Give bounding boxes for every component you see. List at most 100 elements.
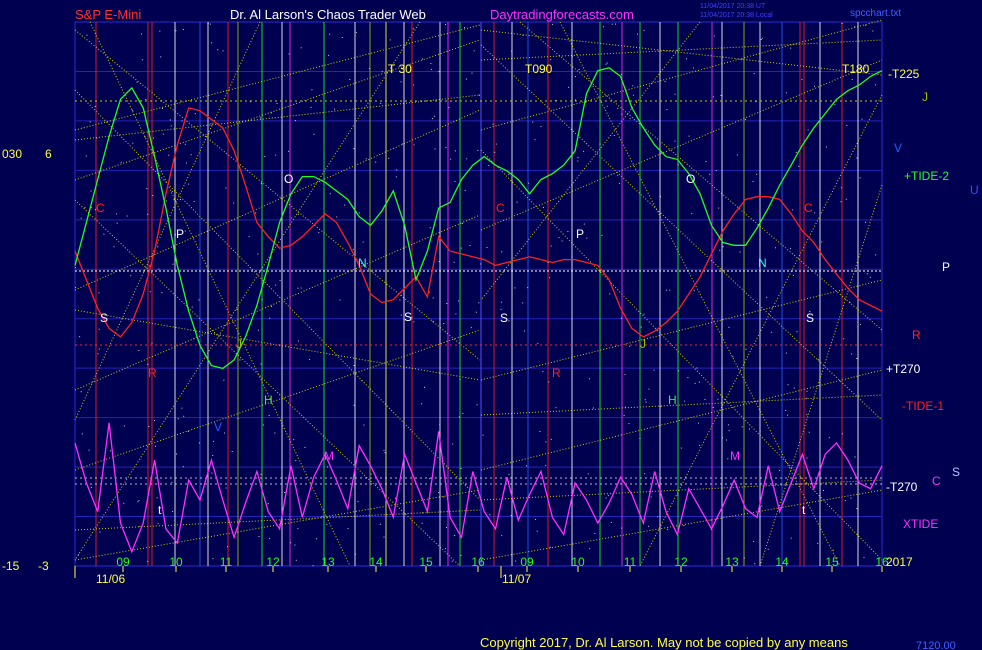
star-dot [807,129,809,131]
star-dot [211,42,213,44]
star-dot [147,560,149,562]
star-dot [358,212,360,214]
x-tick-label: 11 [220,555,233,569]
star-dot [603,26,605,28]
star-dot [264,156,266,157]
star-dot [719,249,721,251]
star-dot [561,240,563,242]
x-tick-label: 13 [321,555,335,569]
star-dot [300,287,302,289]
right-label-c: C [932,474,941,488]
star-dot [147,363,149,365]
star-dot [183,415,185,417]
star-dot [717,398,719,400]
star-dot [571,56,573,58]
star-dot [260,183,262,185]
star-dot [462,412,464,414]
star-dot [859,177,861,179]
star-dot [704,399,706,400]
star-dot [684,400,686,402]
star-dot [311,89,313,91]
star-dot [469,245,471,246]
star-dot [448,107,450,109]
x-tick-label: 13 [725,555,739,569]
left-label-m3: -3 [38,559,49,573]
star-dot [759,430,761,432]
star-dot [699,444,701,446]
star-dot [522,302,524,304]
star-dot [477,149,479,151]
star-dot [745,348,747,350]
star-dot [728,430,730,432]
star-dot [452,443,454,445]
planet-letter: J [640,337,646,351]
star-dot [217,49,219,51]
x-tick-label: 12 [266,555,280,569]
star-dot [761,505,763,507]
star-dot [817,358,819,360]
star-dot [511,50,513,52]
star-dot [753,73,755,75]
star-dot [644,473,646,475]
star-dot [264,515,266,517]
star-dot [865,24,867,26]
star-dot [451,560,453,562]
star-dot [617,174,619,176]
star-dot [479,94,480,96]
star-dot [806,414,808,416]
date-label: 11/07 [502,572,531,586]
planet-letter: S [806,311,814,325]
star-dot [297,528,299,530]
star-dot [176,453,177,455]
star-dot [274,432,276,434]
star-dot [840,201,842,203]
planet-letter: S [404,310,412,324]
star-dot [421,522,423,524]
star-dot [610,522,612,523]
star-dot [353,365,355,366]
star-dot [439,423,441,425]
star-dot [698,422,699,424]
star-dot [817,542,819,544]
star-dot [545,464,547,466]
star-dot [165,200,167,202]
star-dot [832,549,834,551]
right-label-xtide: XTIDE [903,517,938,531]
star-dot [198,299,200,301]
star-dot [856,508,858,509]
star-dot [628,423,630,425]
right-label-s: S [952,465,960,479]
star-dot [349,79,351,80]
star-dot [713,35,715,37]
star-dot [171,481,173,483]
site-link[interactable]: Daytradingforecasts.com [490,7,634,22]
planet-letter: H [668,393,677,407]
right-label-r: R [912,328,921,342]
star-dot [678,370,680,372]
star-dot [793,387,795,389]
star-dot [720,95,722,96]
star-dot [151,342,153,344]
star-dot [389,39,391,41]
star-dot [431,68,433,70]
star-dot [741,426,743,428]
star-dot [460,554,462,556]
planet-letter: R [148,366,157,380]
star-dot [583,150,585,152]
star-dot [139,525,141,527]
star-dot [168,154,170,156]
star-dot [639,438,641,439]
star-dot [207,22,209,24]
star-dot [699,381,700,383]
star-dot [99,531,101,533]
star-dot [328,54,330,56]
star-dot [648,388,650,390]
star-dot [294,120,296,122]
x-tick-label: 10 [571,555,585,569]
star-dot [577,160,579,162]
star-dot [514,560,516,562]
star-dot [464,190,466,191]
star-dot [298,340,299,342]
right-label-v: V [894,141,902,155]
star-dot [806,397,808,399]
